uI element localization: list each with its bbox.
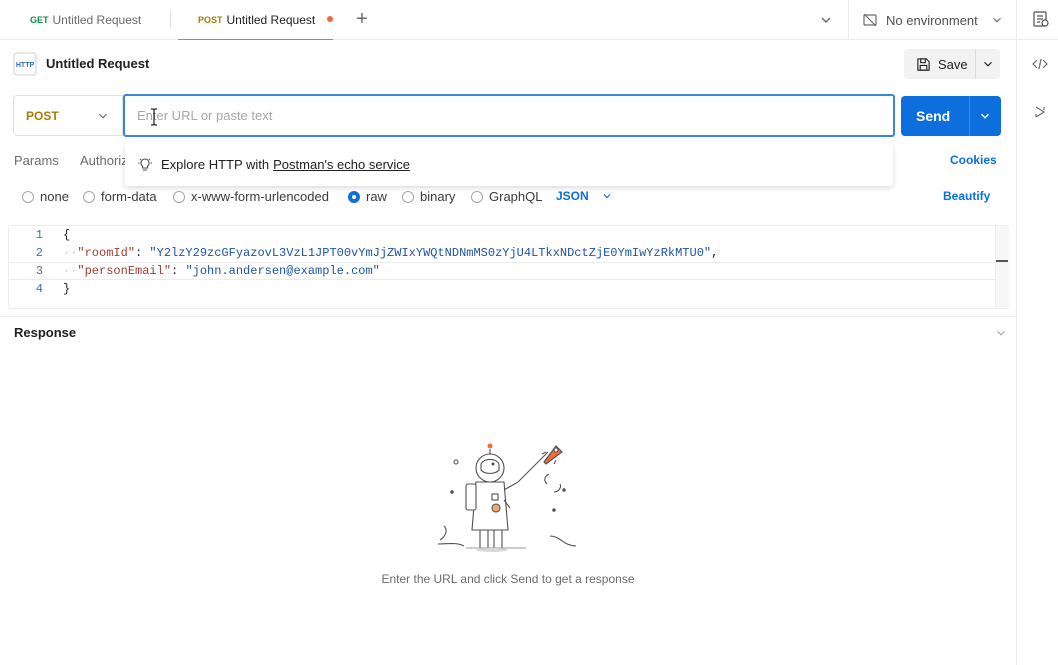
- send-button[interactable]: Send: [901, 96, 1001, 136]
- chevron-down-icon[interactable]: [981, 57, 995, 71]
- scrollbar-cursor-marker: [996, 260, 1008, 262]
- tab-params[interactable]: Params: [14, 153, 59, 168]
- send-label: Send: [916, 108, 951, 124]
- json-value: "Y2lzY29zcGFyazovL3VzL1JPT00vYmJjZWIxYWQ…: [149, 246, 712, 260]
- code-line: ··"roomId": "Y2lzY29zcGFyazovL3VzL1JPT00…: [63, 246, 719, 260]
- line-number: 2: [35, 246, 43, 260]
- code-line: {: [63, 228, 70, 242]
- request-title[interactable]: Untitled Request: [46, 56, 149, 71]
- svg-text:HTTP: HTTP: [16, 62, 35, 69]
- radio-button[interactable]: [83, 190, 95, 203]
- option-label: x-www-form-urlencoded: [191, 189, 329, 204]
- divider: [0, 316, 1016, 317]
- code-line: ··"personEmail": "john.andersen@example.…: [63, 264, 380, 278]
- radio-button[interactable]: [471, 190, 483, 203]
- astronaut-illustration: [437, 443, 577, 552]
- option-label: raw: [366, 189, 387, 204]
- response-empty-message: Enter the URL and click Send to get a re…: [381, 572, 635, 586]
- beautify-button[interactable]: Beautify: [943, 189, 990, 203]
- indent-guide: ··: [63, 246, 78, 260]
- json-key: "personEmail": [77, 264, 172, 278]
- suggestion-text: Explore HTTP with: [161, 157, 270, 172]
- brace: {: [63, 228, 71, 242]
- radio-button[interactable]: [173, 190, 185, 203]
- text-cursor-icon: [151, 108, 157, 126]
- radio-button[interactable]: [22, 190, 34, 203]
- brace: }: [63, 282, 71, 296]
- code-line: }: [63, 282, 70, 296]
- divider: [848, 0, 849, 40]
- environment-label: No environment: [886, 12, 978, 28]
- url-suggestion-dropdown[interactable]: Explore HTTP with Postman's echo service: [125, 143, 893, 186]
- related-collections-icon[interactable]: [1032, 104, 1048, 120]
- tab-divider: [170, 11, 171, 28]
- new-tab-plus-icon[interactable]: +: [352, 9, 372, 29]
- chevron-down-icon: [992, 17, 1001, 23]
- option-label: none: [40, 189, 69, 204]
- indent-guide: ··: [63, 264, 78, 278]
- http-request-icon: HTTP: [13, 52, 37, 76]
- code-icon[interactable]: [1032, 56, 1048, 72]
- url-input[interactable]: [123, 94, 895, 137]
- chevron-down-icon: [603, 194, 611, 199]
- editor-scrollbar[interactable]: [995, 226, 1009, 308]
- response-title: Response: [14, 325, 77, 340]
- body-option-graphql[interactable]: GraphQL: [471, 189, 542, 204]
- json-value: "john.andersen@example.com": [185, 264, 380, 278]
- tab-method: GET: [30, 15, 49, 25]
- save-label: Save: [938, 56, 968, 72]
- chevron-down-icon[interactable]: [994, 326, 1008, 340]
- body-option-raw[interactable]: raw: [348, 189, 387, 204]
- radio-button-selected[interactable]: [348, 190, 360, 203]
- right-sidebar: [1016, 40, 1058, 665]
- unsaved-indicator: [327, 16, 333, 22]
- echo-service-link[interactable]: Postman's echo service: [273, 157, 410, 172]
- environment-selector[interactable]: No environment: [862, 0, 1004, 40]
- tab-bar: GET Untitled Request POST Untitled Reque…: [0, 0, 1058, 40]
- radio-button[interactable]: [402, 190, 414, 203]
- tab-label: Untitled Request: [226, 12, 316, 27]
- line-number: 4: [35, 282, 43, 296]
- save-icon: [917, 57, 930, 71]
- method-label: POST: [26, 108, 59, 123]
- language-label: JSON: [556, 189, 589, 203]
- body-option-urlencoded[interactable]: x-www-form-urlencoded: [173, 189, 329, 204]
- tab-post-untitled[interactable]: POST Untitled Request: [178, 0, 333, 40]
- method-select[interactable]: POST: [13, 95, 123, 136]
- body-editor[interactable]: 1 2 3 4 { ··"roomId": "Y2lzY29zcGFyazovL…: [8, 225, 1009, 309]
- divider: [975, 49, 976, 79]
- option-label: form-data: [101, 189, 157, 204]
- chevron-down-icon: [99, 113, 107, 119]
- json-key: "roomId": [77, 246, 136, 260]
- option-label: binary: [420, 189, 456, 204]
- divider: [1016, 0, 1017, 40]
- tab-get-untitled[interactable]: GET Untitled Request: [30, 0, 141, 40]
- save-button[interactable]: Save: [904, 49, 1000, 79]
- no-environment-icon: [863, 13, 877, 27]
- divider: [969, 96, 970, 136]
- body-option-none[interactable]: none: [22, 189, 69, 204]
- body-option-binary[interactable]: binary: [402, 189, 455, 204]
- lightbulb-icon: [138, 157, 152, 171]
- option-label: GraphQL: [489, 189, 543, 204]
- tab-authorization[interactable]: Authoriz: [80, 153, 128, 168]
- cookies-link[interactable]: Cookies: [950, 153, 997, 167]
- environment-quick-look-icon[interactable]: [1032, 10, 1050, 28]
- chevron-down-icon[interactable]: [818, 12, 834, 28]
- body-option-form-data[interactable]: form-data: [83, 189, 157, 204]
- tab-label: Untitled Request: [52, 13, 142, 27]
- line-number: 3: [35, 264, 43, 278]
- body-language-select[interactable]: JSON: [556, 189, 613, 203]
- line-number: 1: [35, 228, 43, 242]
- chevron-down-icon[interactable]: [978, 109, 992, 123]
- tab-method: POST: [198, 14, 223, 25]
